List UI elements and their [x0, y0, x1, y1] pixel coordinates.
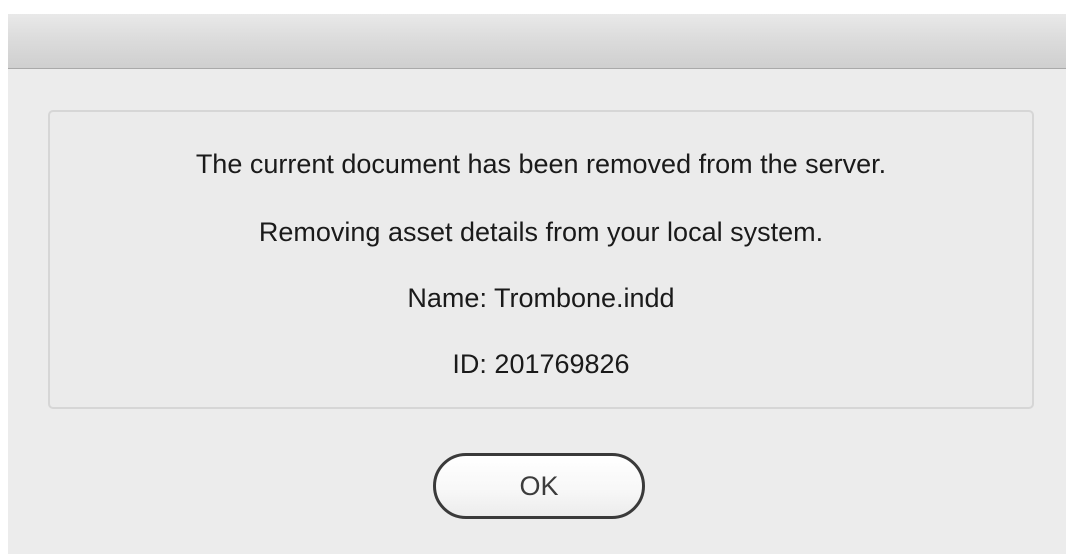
dialog-titlebar[interactable]	[8, 14, 1066, 69]
top-edge	[0, 0, 1066, 14]
message-panel: The current document has been removed fr…	[48, 110, 1034, 409]
alert-dialog: The current document has been removed fr…	[0, 0, 1066, 554]
left-edge	[0, 0, 8, 554]
asset-id: ID: 201769826	[452, 349, 630, 379]
dialog-content: The current document has been removed fr…	[8, 69, 1066, 554]
message-removed-from-server: The current document has been removed fr…	[195, 149, 887, 179]
ok-button-label: OK	[519, 470, 559, 501]
message-removing-asset-details: Removing asset details from your local s…	[258, 217, 824, 247]
ok-button[interactable]: OK	[433, 453, 645, 519]
asset-name: Name: Trombone.indd	[407, 283, 675, 313]
